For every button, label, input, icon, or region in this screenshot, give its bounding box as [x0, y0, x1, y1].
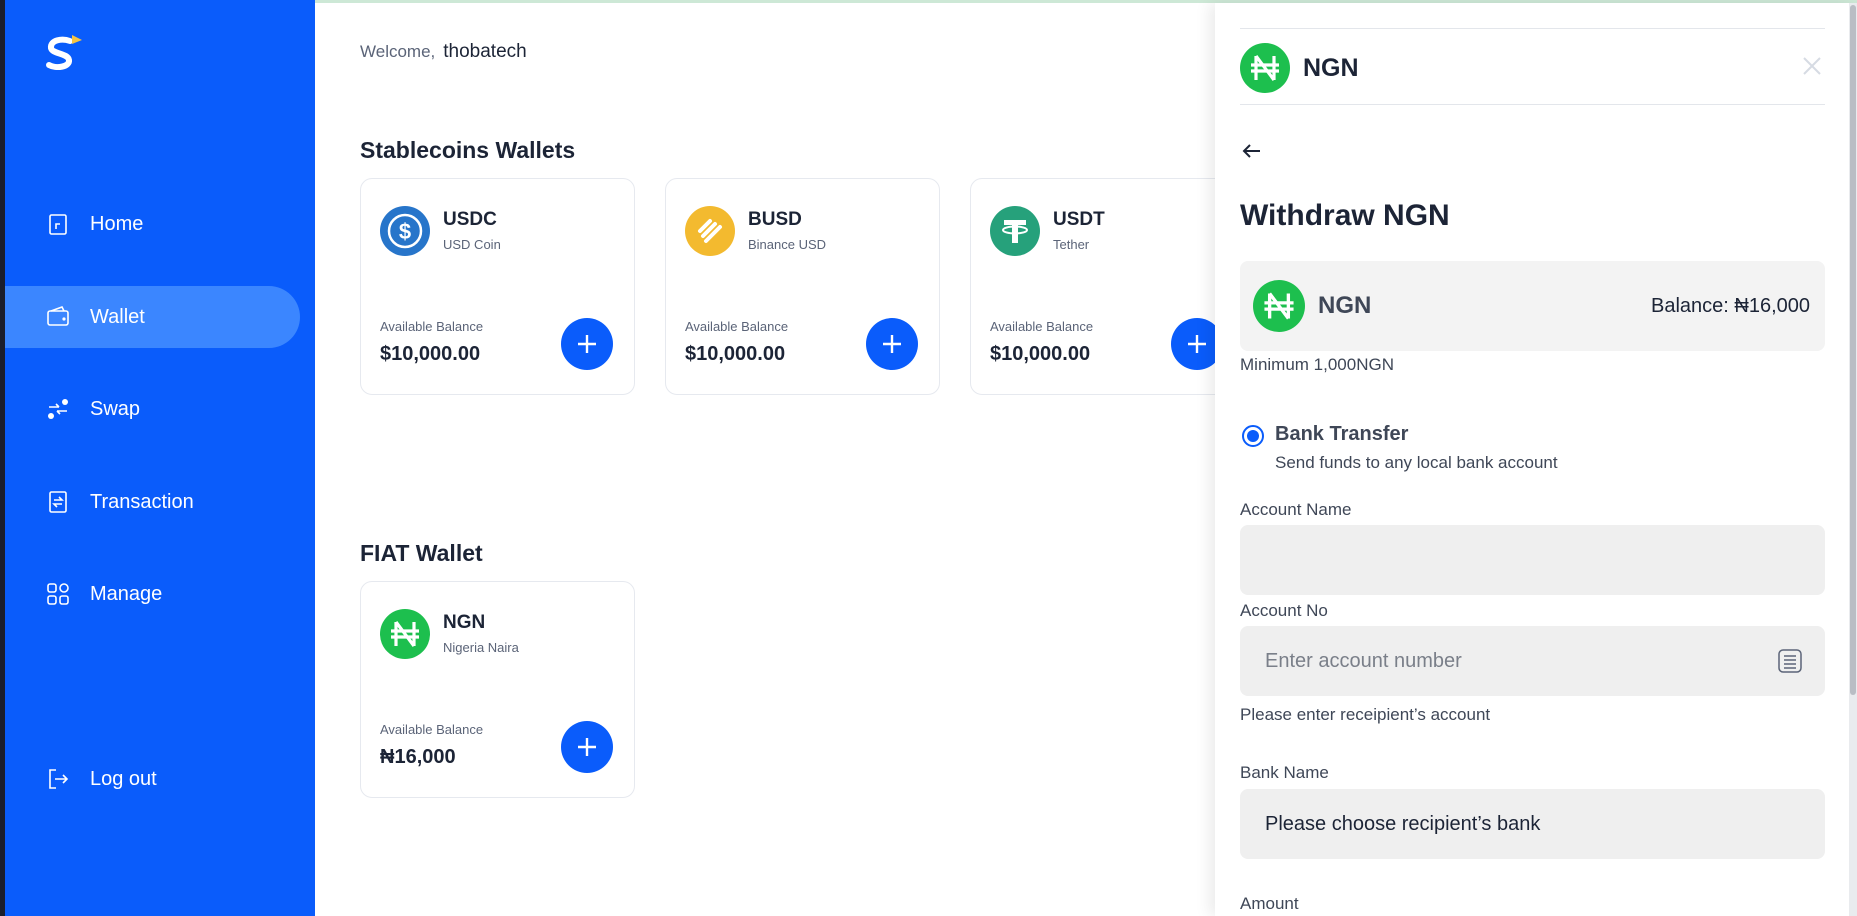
- plus-icon: [883, 335, 901, 353]
- sidebar: Home Wallet Swap Transaction Manage Log …: [0, 0, 315, 916]
- back-arrow-icon[interactable]: [1240, 139, 1264, 163]
- balance-currency: NGN: [1318, 292, 1372, 319]
- bank-name-value: Please choose recipient’s bank: [1265, 813, 1541, 835]
- sidebar-item-manage[interactable]: Manage: [5, 563, 300, 625]
- logout-button[interactable]: Log out: [5, 748, 300, 810]
- naira-icon: [380, 609, 430, 659]
- wallet-icon: [46, 305, 70, 329]
- drawer-header-title: NGN: [1303, 54, 1359, 82]
- balance-value: ₦16,000: [380, 746, 456, 768]
- transaction-icon: [46, 490, 70, 514]
- wallet-card-usdt[interactable]: USDT Tether Available Balance $10,000.00: [970, 178, 1245, 395]
- account-name-label: Account Name: [1240, 500, 1352, 519]
- stablecoins-title: Stablecoins Wallets: [360, 137, 576, 163]
- divider: [1240, 28, 1825, 29]
- manage-icon: [46, 582, 70, 606]
- account-name-field[interactable]: [1240, 525, 1825, 595]
- coin-name: Tether: [1053, 237, 1090, 252]
- usdc-icon: $: [380, 206, 430, 256]
- naira-icon: [1253, 280, 1305, 332]
- sidebar-item-wallet[interactable]: Wallet: [5, 286, 300, 348]
- plus-icon: [1188, 335, 1206, 353]
- balance-value: $10,000.00: [685, 343, 786, 365]
- list-icon[interactable]: [1777, 648, 1803, 674]
- usdt-icon: [990, 206, 1040, 256]
- svg-text:$: $: [399, 219, 411, 244]
- wallet-card-ngn[interactable]: NGN Nigeria Naira Available Balance ₦16,…: [360, 581, 635, 798]
- plus-icon: [578, 335, 596, 353]
- balance-value: $10,000.00: [990, 343, 1091, 365]
- naira-icon: [1240, 43, 1290, 93]
- coin-name: Nigeria Naira: [443, 640, 519, 655]
- scrollbar-thumb[interactable]: [1850, 5, 1856, 695]
- balance-amount: Balance: ₦16,000: [1650, 295, 1810, 317]
- balance-box: NGN Balance: ₦16,000: [1240, 261, 1825, 351]
- method-description: Send funds to any local bank account: [1275, 453, 1558, 472]
- sidebar-item-transaction[interactable]: Transaction: [5, 471, 300, 533]
- minimum-amount-note: Minimum 1,000NGN: [1240, 355, 1394, 374]
- scrollbar[interactable]: [1849, 3, 1857, 916]
- bank-name-select[interactable]: Please choose recipient’s bank: [1240, 789, 1825, 859]
- plus-icon: [578, 738, 596, 756]
- available-balance-label: Available Balance: [990, 319, 1094, 334]
- busd-icon: [685, 206, 735, 256]
- sidebar-item-label: Transaction: [90, 490, 194, 513]
- method-title: Bank Transfer: [1275, 423, 1409, 445]
- available-balance-label: Available Balance: [380, 319, 484, 334]
- welcome-label: Welcome,: [360, 42, 436, 61]
- sidebar-item-label: Home: [90, 212, 144, 235]
- sidebar-item-label: Wallet: [90, 305, 145, 328]
- sidebar-item-swap[interactable]: Swap: [5, 378, 300, 440]
- logout-label: Log out: [90, 767, 157, 790]
- available-balance-label: Available Balance: [685, 319, 789, 334]
- add-funds-button[interactable]: [561, 721, 613, 773]
- username: thobatech: [443, 41, 527, 62]
- amount-label: Amount: [1240, 894, 1299, 913]
- sidebar-item-home[interactable]: Home: [5, 193, 300, 255]
- coin-name: USD Coin: [443, 237, 501, 252]
- bank-name-label: Bank Name: [1240, 763, 1329, 782]
- fiat-title: FIAT Wallet: [360, 540, 483, 566]
- coin-symbol: USDT: [1053, 209, 1105, 230]
- withdraw-drawer: NGN Withdraw NGN NGN Balance: ₦16,000 Mi…: [1215, 3, 1857, 916]
- sidebar-item-label: Manage: [90, 582, 163, 605]
- wallet-card-busd[interactable]: BUSD Binance USD Available Balance $10,0…: [665, 178, 940, 395]
- account-number-helper: Please enter receipient’s account: [1240, 705, 1491, 724]
- close-icon[interactable]: [1801, 55, 1823, 77]
- coin-symbol: BUSD: [748, 209, 802, 230]
- add-funds-button[interactable]: [561, 318, 613, 370]
- sidebar-item-label: Swap: [90, 397, 141, 420]
- s-logo-icon[interactable]: [44, 32, 88, 76]
- bank-transfer-radio[interactable]: [1242, 425, 1264, 447]
- balance-value: $10,000.00: [380, 343, 481, 365]
- home-icon: [46, 212, 70, 236]
- account-no-label: Account No: [1240, 601, 1328, 620]
- account-number-field[interactable]: [1240, 626, 1825, 696]
- coin-name: Binance USD: [748, 237, 827, 252]
- wallet-card-usdc[interactable]: $ USDC USD Coin Available Balance $10,00…: [360, 178, 635, 395]
- swap-icon: [46, 397, 70, 421]
- page-title: Withdraw NGN: [1240, 199, 1450, 232]
- coin-symbol: NGN: [443, 612, 486, 633]
- coin-symbol: USDC: [443, 209, 497, 230]
- welcome-text: Welcome, thobatech: [360, 41, 527, 63]
- divider: [1240, 104, 1825, 105]
- logout-icon: [46, 767, 70, 791]
- available-balance-label: Available Balance: [380, 722, 484, 737]
- add-funds-button[interactable]: [866, 318, 918, 370]
